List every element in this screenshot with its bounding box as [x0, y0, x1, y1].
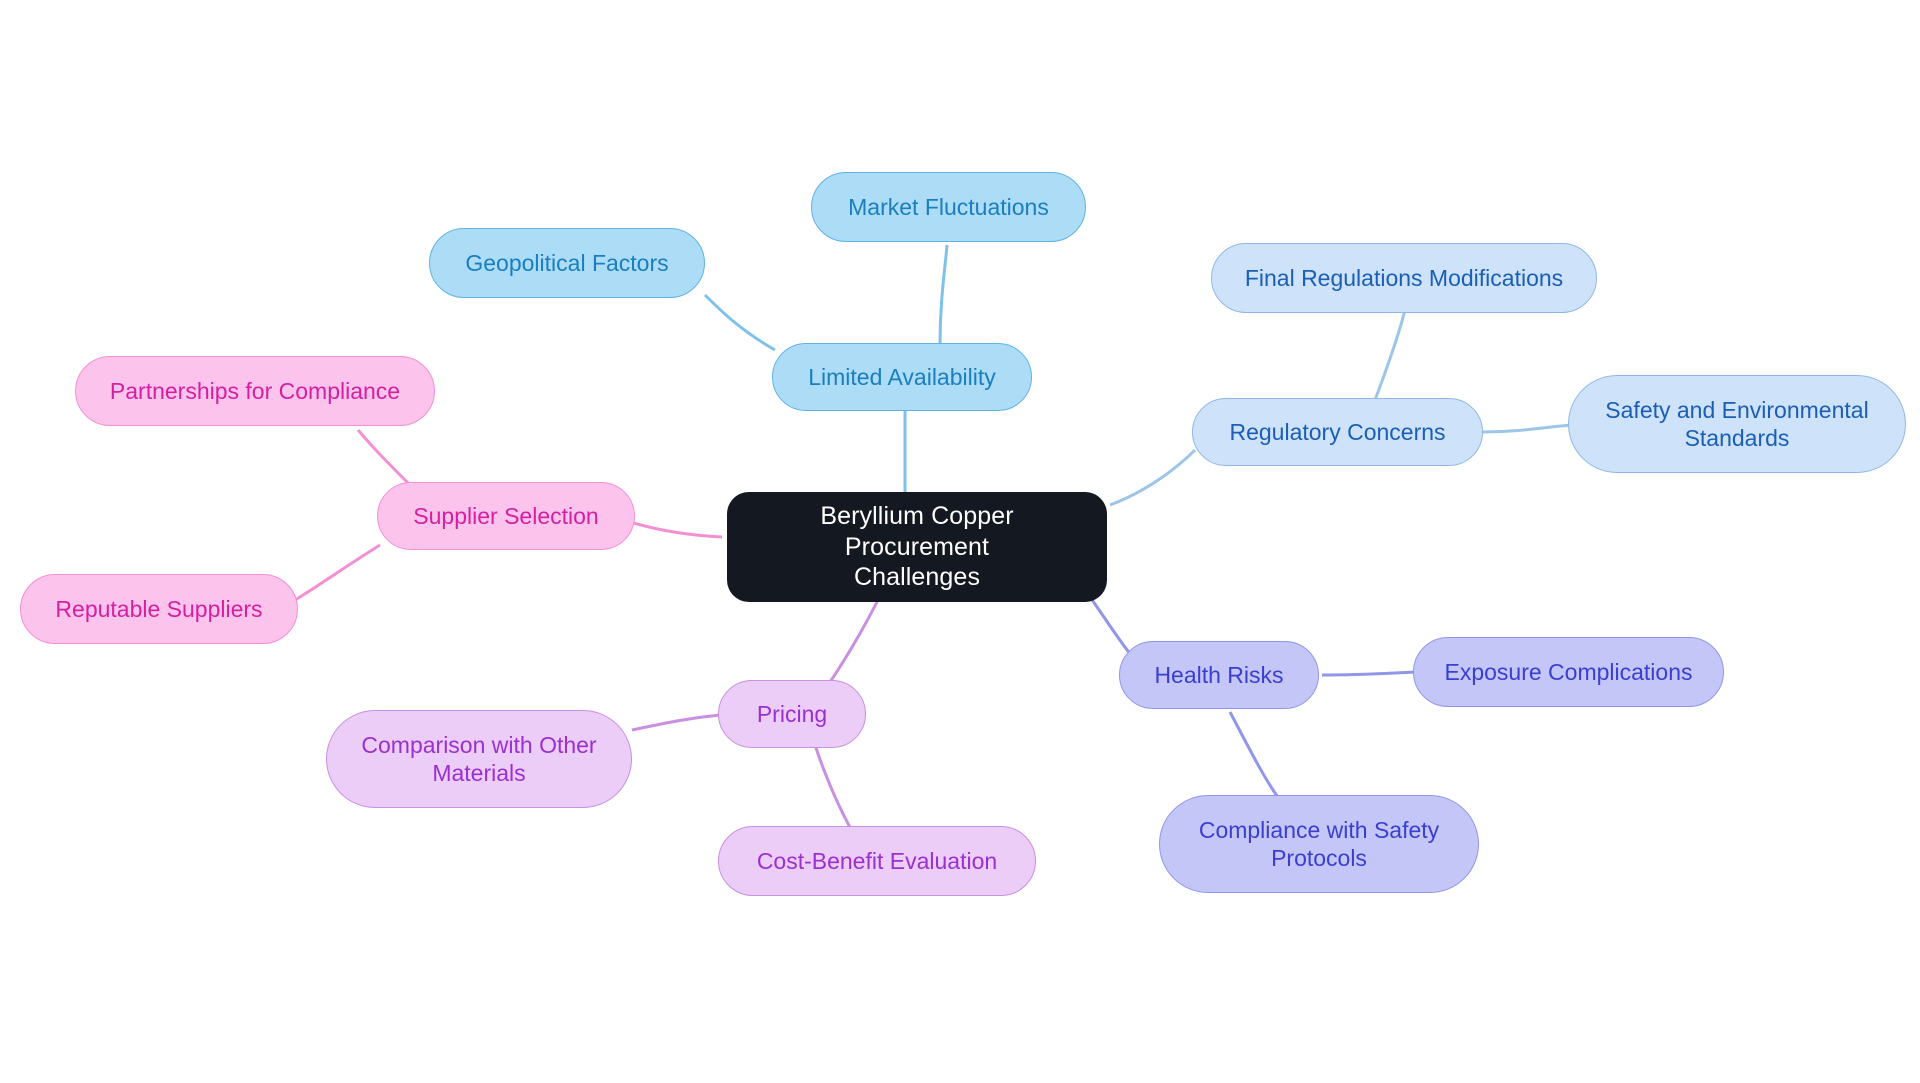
- node-exposure-complications[interactable]: Exposure Complications: [1413, 637, 1724, 707]
- edge-supplier-selection-reputable-suppliers: [294, 543, 381, 602]
- edge-root-supplier-selection: [629, 520, 723, 539]
- edge-root-regulatory-concerns: [1109, 448, 1197, 507]
- node-partnerships-for-compliance[interactable]: Partnerships for Compliance: [75, 356, 435, 426]
- node-comparison-with-other-materials[interactable]: Comparison with Other Materials: [326, 710, 632, 808]
- edge-regulatory-concerns-safety-standards: [1482, 423, 1573, 434]
- mindmap-canvas: Beryllium Copper Procurement Challenges …: [0, 0, 1920, 1083]
- node-final-regulations-modifications[interactable]: Final Regulations Modifications: [1211, 243, 1597, 313]
- node-geopolitical-factors[interactable]: Geopolitical Factors: [429, 228, 705, 298]
- node-pricing[interactable]: Pricing: [718, 680, 866, 748]
- node-safety-environmental-standards[interactable]: Safety and Environmental Standards: [1568, 375, 1906, 473]
- node-health-risks[interactable]: Health Risks: [1119, 641, 1319, 709]
- edge-root-pricing: [828, 599, 880, 683]
- root-node[interactable]: Beryllium Copper Procurement Challenges: [727, 492, 1107, 602]
- node-compliance-with-safety-protocols[interactable]: Compliance with Safety Protocols: [1159, 795, 1479, 893]
- edge-supplier-selection-partnerships: [356, 429, 412, 487]
- node-market-fluctuations[interactable]: Market Fluctuations: [811, 172, 1086, 242]
- edge-health-risks-exposure-complications: [1321, 670, 1418, 677]
- node-limited-availability[interactable]: Limited Availability: [772, 343, 1032, 411]
- node-regulatory-concerns[interactable]: Regulatory Concerns: [1192, 398, 1483, 466]
- node-supplier-selection[interactable]: Supplier Selection: [377, 482, 635, 550]
- edge-pricing-comparison-materials: [631, 713, 721, 732]
- edge-limited-availability-market-fluctuations: [938, 244, 949, 346]
- edge-health-risks-compliance-protocols: [1228, 711, 1282, 801]
- edge-regulatory-concerns-final-regulations: [1373, 309, 1407, 401]
- node-reputable-suppliers[interactable]: Reputable Suppliers: [20, 574, 298, 644]
- edge-limited-availability-geopolitical-factors: [703, 293, 776, 352]
- node-cost-benefit-evaluation[interactable]: Cost-Benefit Evaluation: [718, 826, 1036, 896]
